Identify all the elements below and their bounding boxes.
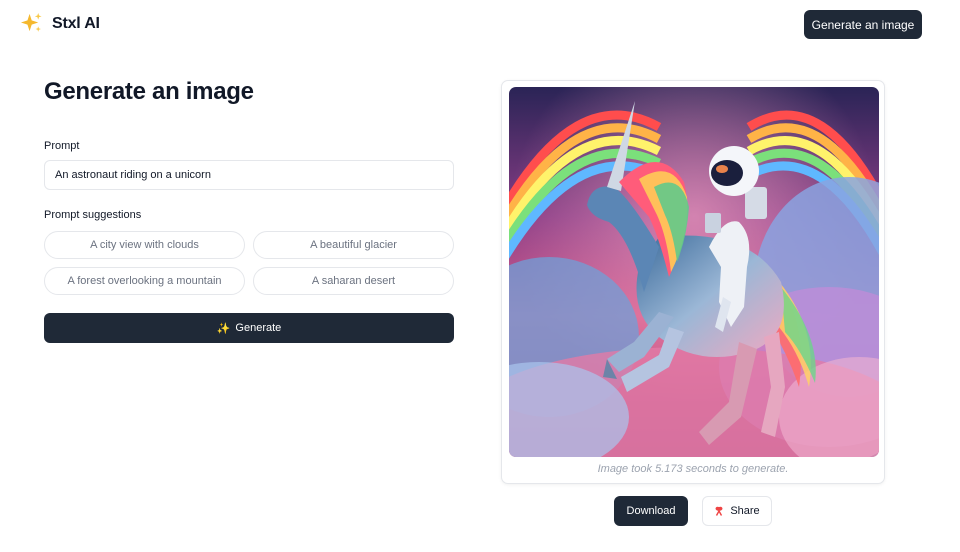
prompt-label: Prompt [44, 140, 80, 152]
download-button[interactable]: Download [614, 496, 688, 526]
sparkles-icon [20, 12, 42, 32]
app-name: Stxl AI [52, 14, 100, 32]
sparkles-icon: ✨ [216, 322, 231, 335]
suggestion-chip-city-view[interactable]: A city view with clouds [44, 231, 245, 259]
generate-button[interactable]: ✨ Generate [44, 313, 454, 343]
generation-time-caption: Image took 5.173 seconds to generate. [597, 463, 789, 475]
suggestion-chip-forest[interactable]: A forest overlooking a mountain [44, 267, 245, 295]
generate-button-label: Generate [235, 322, 282, 334]
suggestion-chip-desert[interactable]: A saharan desert [253, 267, 454, 295]
share-button-label: Share [730, 505, 760, 517]
page-title: Generate an image [44, 78, 254, 105]
app-logo[interactable]: Stxl AI [20, 12, 100, 35]
share-button[interactable]: Share [702, 496, 772, 526]
generated-image[interactable] [509, 87, 879, 457]
prompt-suggestions-label: Prompt suggestions [44, 209, 142, 221]
prompt-input[interactable] [44, 160, 454, 190]
suggestion-chip-glacier[interactable]: A beautiful glacier [253, 231, 454, 259]
ribbon-icon [715, 506, 723, 516]
header-generate-image-button[interactable]: Generate an image [804, 10, 922, 39]
result-card: Image took 5.173 seconds to generate. [501, 80, 885, 484]
